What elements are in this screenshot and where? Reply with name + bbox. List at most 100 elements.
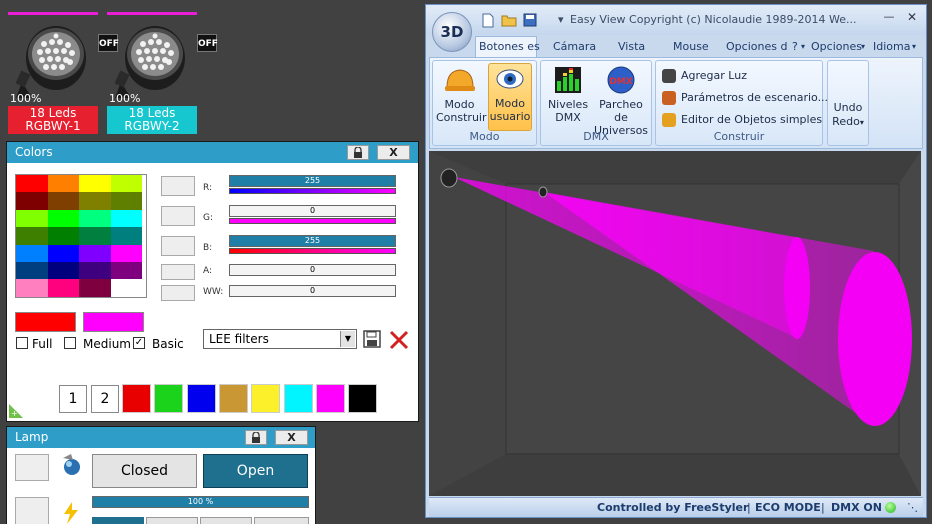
channel-button-g[interactable] xyxy=(161,206,195,226)
close-window-button[interactable]: ✕ xyxy=(905,11,919,25)
tab-help[interactable]: ? xyxy=(792,40,798,53)
checkbox-basic[interactable]: ✓ xyxy=(133,337,145,349)
channel-button-b[interactable] xyxy=(161,236,195,256)
quick-color-swatch[interactable] xyxy=(315,384,345,413)
lock-button[interactable] xyxy=(347,145,369,160)
quick-color-swatch[interactable] xyxy=(348,384,378,413)
fixture-tile-1[interactable]: OFF 100% 18 Leds RGBWY-1 xyxy=(8,8,119,136)
lamp-toggle-button[interactable] xyxy=(15,454,49,481)
color-cell[interactable] xyxy=(110,244,142,262)
preset-button-4[interactable] xyxy=(254,517,309,524)
minimize-button[interactable]: — xyxy=(882,11,896,25)
new-file-icon[interactable] xyxy=(481,13,495,28)
color-cell[interactable] xyxy=(47,209,79,228)
scene-fixture-1[interactable] xyxy=(440,168,458,188)
tab-opciones-d[interactable]: Opciones d xyxy=(726,40,787,53)
color-cell[interactable] xyxy=(16,209,48,228)
channel-button-a[interactable] xyxy=(161,264,195,280)
page-button-1[interactable]: 1 xyxy=(59,385,87,413)
color-cell[interactable] xyxy=(16,244,48,262)
color-cell[interactable] xyxy=(79,227,111,245)
quick-color-swatch[interactable] xyxy=(122,384,151,413)
checkbox-full[interactable] xyxy=(16,337,28,349)
channel-slider-g[interactable]: 0 xyxy=(229,205,396,217)
modo-construir-button[interactable]: Modo Construir xyxy=(436,65,487,131)
color-cell[interactable] xyxy=(110,209,142,228)
resize-handle-icon[interactable]: ⋱ xyxy=(907,498,918,517)
color-cell[interactable] xyxy=(47,227,79,245)
color-cell[interactable] xyxy=(47,244,79,262)
color-cell[interactable] xyxy=(79,244,111,262)
tab-opciones[interactable]: Opciones xyxy=(811,40,862,53)
shutter-open-button[interactable]: Open xyxy=(203,454,308,488)
color-cell[interactable] xyxy=(79,279,111,297)
dimmer-button[interactable] xyxy=(15,497,49,524)
viewport-3d[interactable] xyxy=(429,151,921,496)
floppy-disk-icon[interactable] xyxy=(363,330,381,348)
quick-color-swatch[interactable] xyxy=(154,384,184,413)
app-logo-button[interactable]: 3D xyxy=(432,12,472,52)
preset-button-1[interactable] xyxy=(92,517,144,524)
color-cell[interactable] xyxy=(79,175,111,193)
channel-button-r[interactable] xyxy=(161,176,195,196)
channel-button-ww[interactable] xyxy=(161,285,195,301)
resize-grip-icon[interactable]: + xyxy=(7,400,27,420)
page-button-2[interactable]: 2 xyxy=(91,385,119,413)
fixture-state-badge[interactable]: OFF xyxy=(197,34,218,52)
tab-idioma[interactable]: Idioma xyxy=(873,40,910,53)
editor-objetos-button[interactable]: Editor de Objetos simples xyxy=(662,111,822,129)
color-cell[interactable] xyxy=(47,262,79,280)
color-cell[interactable] xyxy=(16,192,48,210)
color-cell[interactable] xyxy=(79,209,111,228)
dimmer-bar[interactable]: 100 % xyxy=(92,496,309,508)
quick-color-swatch[interactable] xyxy=(251,384,281,413)
color-cell[interactable] xyxy=(47,192,79,210)
color-cell[interactable] xyxy=(16,175,48,193)
filter-select[interactable]: LEE filters ▼ xyxy=(203,329,357,349)
scene-fixture-2[interactable] xyxy=(538,186,548,198)
color-cell[interactable] xyxy=(110,175,142,193)
shutter-closed-button[interactable]: Closed xyxy=(92,454,197,488)
checkbox-medium[interactable] xyxy=(64,337,76,349)
color-cell[interactable] xyxy=(110,192,142,210)
color-cell[interactable] xyxy=(16,227,48,245)
channel-slider-a[interactable]: 0 xyxy=(229,264,396,276)
color-cell[interactable] xyxy=(16,262,48,280)
modo-usuario-button[interactable]: Modo usuario xyxy=(488,63,532,131)
red-x-icon[interactable] xyxy=(388,329,410,351)
channel-slider-r[interactable]: 255 xyxy=(229,175,396,187)
preset-button-3[interactable] xyxy=(200,517,252,524)
quick-color-swatch[interactable] xyxy=(186,384,216,413)
save-icon[interactable] xyxy=(523,13,537,27)
tab-camara[interactable]: Cámara xyxy=(553,40,596,53)
quick-color-swatch[interactable] xyxy=(283,384,313,413)
color-cell[interactable] xyxy=(79,262,111,280)
undo-button[interactable]: Undo xyxy=(829,101,867,114)
parcheo-universos-button[interactable]: DMX Parcheo de Universos xyxy=(591,65,651,137)
color-preview-target xyxy=(83,312,144,332)
redo-button[interactable]: Redo▾ xyxy=(829,115,867,129)
channel-slider-b[interactable]: 255 xyxy=(229,235,396,247)
tab-mouse[interactable]: Mouse xyxy=(673,40,709,53)
preset-button-2[interactable] xyxy=(146,517,198,524)
tab-vista[interactable]: Vista xyxy=(618,40,645,53)
color-cell[interactable] xyxy=(110,227,142,245)
lock-button[interactable] xyxy=(245,430,267,445)
open-folder-icon[interactable] xyxy=(501,13,517,27)
channel-slider-ww[interactable]: 0 xyxy=(229,285,396,297)
quick-color-swatch[interactable] xyxy=(218,384,248,413)
close-button[interactable]: X xyxy=(377,145,410,160)
color-cell[interactable] xyxy=(47,279,79,297)
qat-chevron-icon[interactable]: ▾ xyxy=(558,13,564,26)
fixture-tile-2[interactable]: OFF 100% 18 Leds RGBWY-2 xyxy=(107,8,218,136)
color-cell[interactable] xyxy=(110,279,142,297)
niveles-dmx-button[interactable]: Niveles DMX xyxy=(544,65,592,131)
color-cell[interactable] xyxy=(16,279,48,297)
parametros-escenario-button[interactable]: Parámetros de escenario... xyxy=(662,89,828,107)
color-cell[interactable] xyxy=(47,175,79,193)
color-grid[interactable] xyxy=(15,174,147,298)
agregar-luz-button[interactable]: Agregar Luz xyxy=(662,67,747,85)
color-cell[interactable] xyxy=(79,192,111,210)
color-cell[interactable] xyxy=(110,262,142,280)
close-button[interactable]: X xyxy=(275,430,308,445)
